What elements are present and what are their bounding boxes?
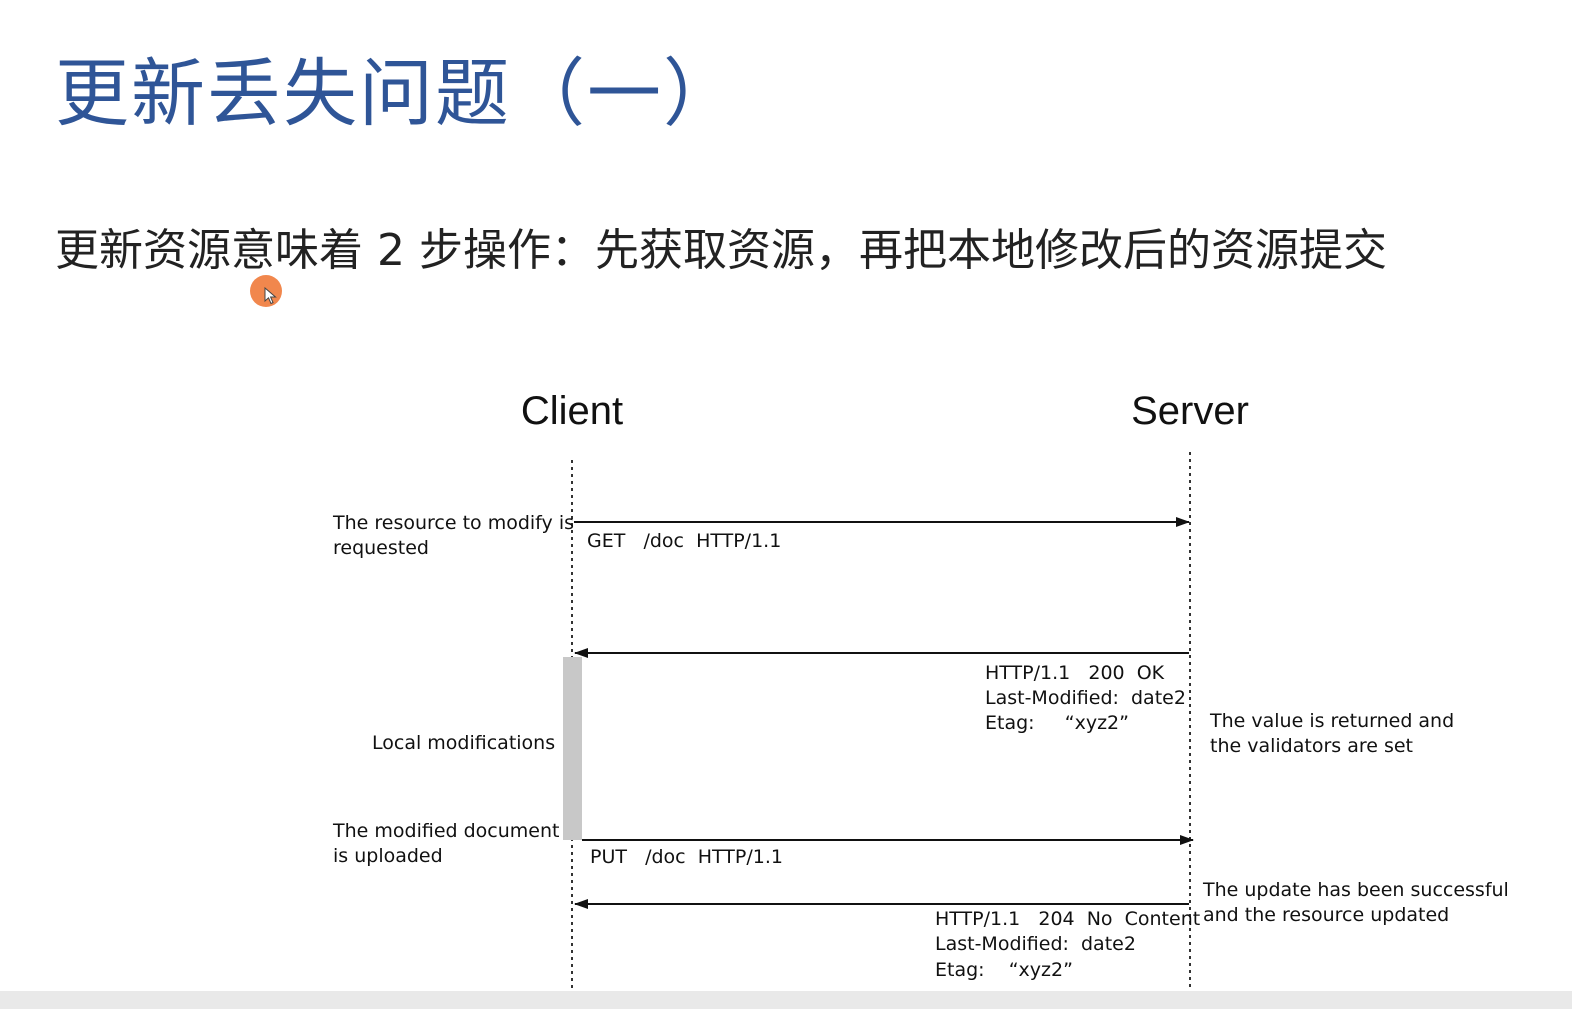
response2-last-modified: Last-Modified: date2 bbox=[935, 933, 1136, 955]
bottom-scroll-strip bbox=[0, 991, 1572, 1009]
note-resource-requested-line1: The resource to modify is bbox=[332, 512, 574, 534]
response2-etag: Etag: “xyz2” bbox=[935, 959, 1073, 981]
note-update-successful-line1: The update has been successful bbox=[1202, 879, 1509, 901]
put-request-label: PUT /doc HTTP/1.1 bbox=[590, 846, 783, 868]
response1-etag: Etag: “xyz2” bbox=[985, 712, 1129, 734]
local-modifications-bar bbox=[563, 657, 582, 840]
response1-status: HTTP/1.1 200 OK bbox=[985, 662, 1165, 684]
note-document-uploaded-line1: The modified document bbox=[332, 820, 559, 842]
server-label: Server bbox=[1131, 389, 1249, 433]
note-resource-requested-line2: requested bbox=[333, 537, 429, 559]
get-request-label: GET /doc HTTP/1.1 bbox=[587, 530, 781, 552]
note-document-uploaded-line2: is uploaded bbox=[333, 845, 443, 867]
cursor-arrow-icon bbox=[264, 287, 277, 305]
note-value-returned-line1: The value is returned and bbox=[1209, 710, 1454, 732]
response2-status: HTTP/1.1 204 No Content bbox=[935, 908, 1200, 930]
note-update-successful-line2: and the resource updated bbox=[1203, 904, 1449, 926]
client-label: Client bbox=[521, 389, 623, 433]
sequence-diagram: Client Server The resource to modify is … bbox=[332, 389, 1509, 990]
note-value-returned-line2: the validators are set bbox=[1210, 735, 1413, 757]
note-local-modifications: Local modifications bbox=[372, 732, 555, 754]
response1-last-modified: Last-Modified: date2 bbox=[985, 687, 1186, 709]
